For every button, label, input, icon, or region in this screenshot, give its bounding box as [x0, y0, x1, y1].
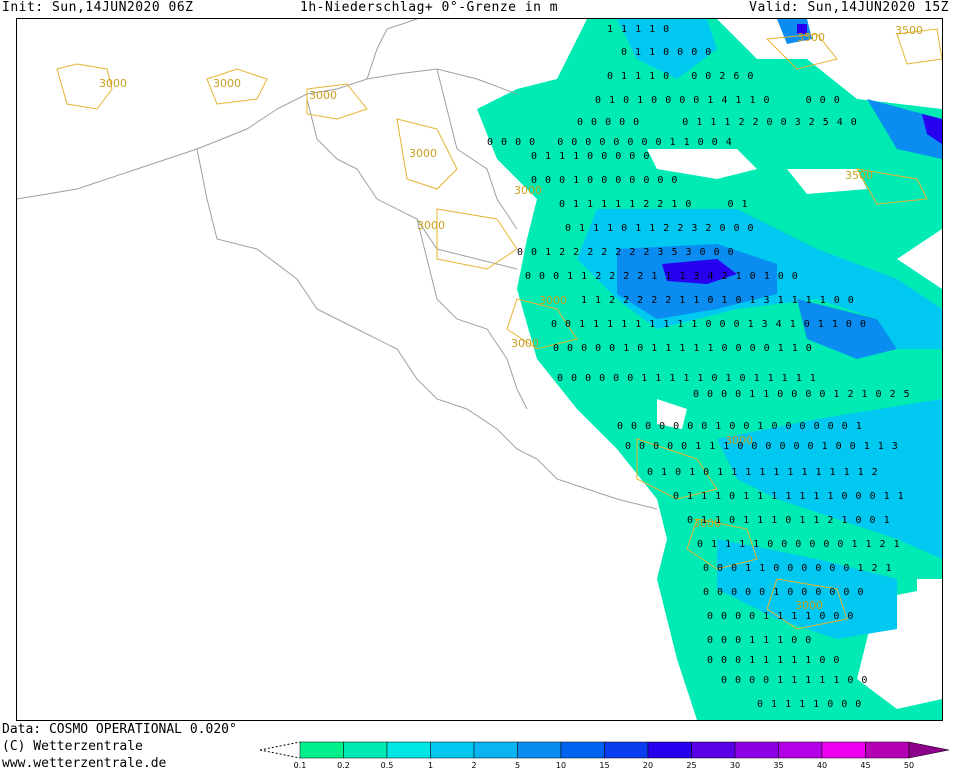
precip-value-row: 0 1 0 1 0 1 1 1 1 1 1 1 1 1 1 1 2 — [647, 467, 879, 478]
precip-value-row: 0 0 0 1 1 2 2 2 2 1 1 1 3 4 2 1 0 1 0 0 — [525, 271, 799, 282]
legend-value-label: 0.1 — [294, 761, 307, 770]
legend-swatch — [865, 741, 910, 759]
precip-value-row: 0 1 1 1 0 1 1 1 1 1 1 1 0 0 0 1 1 — [673, 491, 905, 502]
precip-value-row: 0 1 1 1 0 1 1 2 2 3 2 0 0 0 — [565, 223, 755, 234]
legend-swatch — [604, 741, 649, 759]
copyright-label: (C) Wetterzentrale — [2, 739, 143, 754]
contour-label: 3500 — [895, 24, 923, 37]
legend-swatch — [430, 741, 475, 759]
precip-value-row: 0 0 1 2 2 2 2 2 2 2 3 5 3 0 0 0 — [517, 247, 735, 258]
precip-value-row: 0 1 1 1 1 0 0 0 0 0 0 1 1 2 1 — [697, 539, 901, 550]
legend-value-label: 30 — [730, 761, 740, 770]
legend-value-label: 0.5 — [381, 761, 394, 770]
legend-swatch — [473, 741, 518, 759]
precip-value-row: 0 1 1 1 1 0 0 0 — [757, 699, 863, 710]
legend-lead-in — [259, 741, 301, 759]
precip-value-row: 0 0 0 0 0 1 0 1 1 1 1 1 0 0 0 0 1 1 0 — [553, 343, 813, 354]
legend-swatch — [299, 741, 344, 759]
legend-swatch — [343, 741, 388, 759]
website-link[interactable]: www.wetterzentrale.de — [2, 756, 166, 771]
legend-value-label: 35 — [773, 761, 783, 770]
contour-label: 3000 — [409, 147, 437, 160]
precip-value-row: 0 0 0 0 0 1 0 0 0 0 0 0 — [703, 587, 865, 598]
precip-value-row: 1 1 1 1 0 — [607, 24, 671, 35]
legend-swatch — [821, 741, 866, 759]
precip-value-row: 0 1 1 1 0 0 0 0 0 — [531, 151, 651, 162]
contour-label: 3000 — [539, 294, 567, 307]
precip-value-row: 0 1 1 1 0 0 0 2 6 0 — [607, 71, 755, 82]
contour-label: 3000 — [417, 219, 445, 232]
legend-value-label: 5 — [515, 761, 520, 770]
legend-value-label: 45 — [860, 761, 870, 770]
data-source-label: Data: COSMO OPERATIONAL 0.020° — [2, 722, 237, 737]
legend-value-label: 40 — [817, 761, 827, 770]
contour-label: 3000 — [309, 89, 337, 102]
precip-value-row: 0 1 1 0 0 0 0 — [621, 47, 713, 58]
legend-value-label: 20 — [643, 761, 653, 770]
legend-value-label: 25 — [686, 761, 696, 770]
legend-swatch — [734, 741, 779, 759]
legend-value-label: 10 — [556, 761, 566, 770]
legend-value-label: 50 — [904, 761, 914, 770]
precip-value-row: 0 0 0 1 1 0 0 0 0 0 0 1 2 1 — [703, 563, 893, 574]
precip-value-row: 0 0 0 0 1 1 0 0 0 0 1 2 1 0 2 5 — [693, 389, 911, 400]
precip-value-row: 0 0 0 0 0 0 0 1 0 0 1 0 0 0 0 0 0 1 — [617, 421, 863, 432]
precip-value-row: 0 0 0 1 0 0 0 0 0 0 0 — [531, 175, 679, 186]
valid-time-label: Valid: Sun,14JUN2020 15Z — [749, 0, 949, 15]
precip-value-row: 0 0 0 0 0 0 0 0 0 0 0 0 1 1 0 0 4 — [487, 137, 733, 148]
legend-value-label: 2 — [471, 761, 476, 770]
legend-value-label: 0.2 — [337, 761, 350, 770]
contour-label: 3500 — [797, 31, 825, 44]
legend-swatch — [778, 741, 823, 759]
precip-value-row: 0 1 1 1 1 1 2 2 1 0 0 1 — [559, 199, 749, 210]
init-time-label: Init: Sun,14JUN2020 06Z — [2, 0, 194, 15]
precip-value-row: 0 1 1 0 1 1 1 0 1 1 2 1 0 0 1 — [687, 515, 891, 526]
legend-swatch — [386, 741, 431, 759]
weather-map[interactable]: 3000 3000 3000 3000 3000 3000 3000 3000 … — [16, 18, 943, 721]
legend-swatch — [647, 741, 692, 759]
contour-label: 3000 — [99, 77, 127, 90]
precip-value-row: 1 1 2 2 2 2 2 1 1 0 1 0 1 3 1 1 1 1 0 0 — [581, 295, 855, 306]
precip-value-row: 0 0 0 0 1 1 1 1 0 0 0 — [707, 611, 855, 622]
contour-label: 3000 — [213, 77, 241, 90]
legend-swatch — [517, 741, 562, 759]
legend-max-arrow — [908, 741, 950, 759]
precip-value-row: 0 0 0 0 0 0 1 1 1 1 1 0 1 0 1 1 1 1 1 — [557, 373, 817, 384]
legend-swatch — [691, 741, 736, 759]
map-title: 1h-Niederschlag+ 0°-Grenze in m — [300, 0, 559, 15]
contour-label: 3000 — [511, 337, 539, 350]
precip-value-row: 0 0 0 1 1 1 1 1 0 0 — [707, 655, 841, 666]
precip-value-row: 0 0 0 0 0 1 1 1 0 0 0 0 0 0 1 0 0 1 1 3 — [625, 441, 899, 452]
precip-value-row: 0 0 1 1 1 1 1 1 1 1 1 0 0 0 1 3 4 1 0 1 … — [551, 319, 867, 330]
color-scale-legend: 0.1 0.2 0.5 1 2 5 10 15 20 25 30 35 40 45 50 — [259, 741, 950, 770]
precip-value-row: 0 0 0 0 1 1 1 1 1 0 0 — [721, 675, 869, 686]
legend-value-label: 15 — [599, 761, 609, 770]
precip-value-row: 0 1 0 1 0 0 0 0 1 4 1 1 0 0 0 0 — [595, 95, 841, 106]
legend-value-label: 1 — [428, 761, 433, 770]
precip-value-row: 0 0 0 1 1 1 0 0 — [707, 635, 813, 646]
contour-label: 3500 — [845, 169, 873, 182]
legend-swatch — [560, 741, 605, 759]
precip-value-row: 0 0 0 0 0 0 1 1 1 2 2 0 0 3 2 5 4 0 — [577, 117, 858, 128]
